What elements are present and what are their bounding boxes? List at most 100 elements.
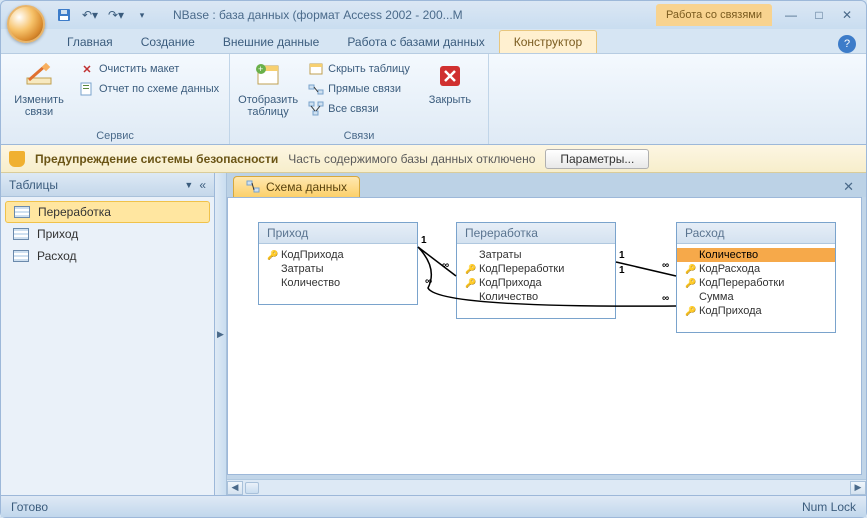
field-row[interactable]: Сумма (677, 290, 835, 304)
close-relations-button[interactable]: Закрыть (418, 56, 482, 110)
field-row[interactable]: Затраты (457, 248, 615, 262)
title-bar: ↶▾ ↷▾ ▾ NBase : база данных (формат Acce… (1, 1, 866, 29)
entity-rashod[interactable]: Расход Количество 🔑КодРасхода 🔑КодПерера… (676, 222, 836, 333)
save-icon[interactable] (53, 4, 75, 26)
security-warning-bar: Предупреждение системы безопасности Част… (1, 145, 866, 173)
svg-text:+: + (258, 64, 263, 74)
status-bar: Готово Num Lock (1, 495, 866, 517)
nav-pane-header[interactable]: Таблицы ▼ « (1, 173, 214, 197)
clear-layout-button[interactable]: ✕Очистить макет (75, 60, 223, 78)
field-row[interactable]: Количество (259, 276, 417, 290)
field-row[interactable]: 🔑КодРасхода (677, 262, 835, 276)
navigation-pane: Таблицы ▼ « Переработка Приход Расход (1, 173, 215, 495)
office-button[interactable] (7, 5, 45, 43)
tab-create[interactable]: Создание (127, 31, 209, 53)
security-options-button[interactable]: Параметры... (545, 149, 649, 169)
context-tab-group-label: Работа со связями (656, 4, 772, 26)
security-message: Часть содержимого базы данных отключено (288, 152, 535, 166)
close-document-button[interactable]: ✕ (837, 177, 860, 197)
direct-links-icon (308, 81, 324, 97)
cardinality-many: ∞ (442, 260, 449, 271)
table-icon (13, 228, 29, 240)
field-row[interactable]: 🔑КодПрихода (457, 276, 615, 290)
scroll-right-icon[interactable]: ▶ (850, 481, 866, 495)
clear-icon: ✕ (79, 61, 95, 77)
field-row[interactable]: 🔑КодПереработки (457, 262, 615, 276)
status-numlock: Num Lock (802, 500, 856, 514)
show-table-button[interactable]: + Отобразить таблицу (236, 56, 300, 122)
tab-database-tools[interactable]: Работа с базами данных (333, 31, 498, 53)
redo-icon[interactable]: ↷▾ (105, 4, 127, 26)
minimize-button[interactable]: — (782, 7, 800, 23)
tab-external-data[interactable]: Внешние данные (209, 31, 334, 53)
table-icon (14, 206, 30, 218)
field-row[interactable]: 🔑КодПрихода (259, 248, 417, 262)
key-icon: 🔑 (685, 306, 695, 317)
field-row[interactable]: Количество (677, 248, 835, 262)
nav-item-prihod[interactable]: Приход (1, 223, 214, 245)
ribbon-group-service: Изменить связи ✕Очистить макет Отчет по … (1, 54, 230, 144)
entity-title: Расход (677, 223, 835, 244)
shield-icon (9, 151, 25, 167)
key-icon: 🔑 (465, 278, 475, 289)
field-row[interactable]: Количество (457, 290, 615, 304)
quick-access-toolbar: ↶▾ ↷▾ ▾ (53, 4, 153, 26)
nav-list: Переработка Приход Расход (1, 197, 214, 271)
field-row[interactable]: 🔑КодПрихода (677, 304, 835, 318)
edit-relations-icon (23, 60, 55, 92)
field-row[interactable]: Затраты (259, 262, 417, 276)
entity-title: Переработка (457, 223, 615, 244)
dropdown-icon[interactable]: ▼ (184, 180, 193, 190)
main-area: Таблицы ▼ « Переработка Приход Расход ▶ … (1, 173, 866, 495)
maximize-button[interactable]: □ (810, 7, 828, 23)
undo-icon[interactable]: ↶▾ (79, 4, 101, 26)
window-title: NBase : база данных (формат Access 2002 … (173, 8, 656, 22)
tab-home[interactable]: Главная (53, 31, 127, 53)
key-icon: 🔑 (465, 264, 475, 275)
help-icon[interactable]: ? (838, 35, 856, 53)
nav-item-rashod[interactable]: Расход (1, 245, 214, 267)
nav-item-pererabotka[interactable]: Переработка (5, 201, 210, 223)
direct-links-button[interactable]: Прямые связи (304, 80, 414, 98)
relations-canvas[interactable]: Приход 🔑КодПрихода Затраты Количество Пе… (227, 197, 862, 475)
document-tab-schema[interactable]: Схема данных (233, 176, 360, 197)
cardinality-one: 1 (421, 235, 427, 246)
scroll-left-icon[interactable]: ◀ (227, 481, 243, 495)
workspace: Схема данных ✕ Приход 🔑КодПрихода Затрат… (227, 173, 866, 495)
ribbon-group-service-label: Сервис (7, 128, 223, 144)
entity-title: Приход (259, 223, 417, 244)
qat-customize-icon[interactable]: ▾ (131, 4, 153, 26)
schema-report-button[interactable]: Отчет по схеме данных (75, 80, 223, 98)
field-row[interactable]: 🔑КодПереработки (677, 276, 835, 290)
hide-table-button[interactable]: Скрыть таблицу (304, 60, 414, 78)
show-table-icon: + (252, 60, 284, 92)
ribbon-group-links-label: Связи (236, 128, 482, 144)
security-title: Предупреждение системы безопасности (35, 152, 278, 166)
cardinality-many: ∞ (662, 293, 669, 304)
scroll-thumb[interactable] (245, 482, 259, 494)
status-ready: Готово (11, 500, 48, 514)
ribbon-group-links: + Отобразить таблицу Скрыть таблицу Прям… (230, 54, 489, 144)
all-links-icon (308, 101, 324, 117)
close-label: Закрыть (429, 94, 471, 106)
hide-table-icon (308, 61, 324, 77)
key-icon: 🔑 (267, 250, 277, 261)
entity-prihod[interactable]: Приход 🔑КодПрихода Затраты Количество (258, 222, 418, 305)
edit-relations-button[interactable]: Изменить связи (7, 56, 71, 122)
horizontal-scrollbar[interactable]: ◀ ▶ (227, 479, 866, 495)
cardinality-one: 1 (619, 265, 625, 276)
all-links-button[interactable]: Все связи (304, 100, 414, 118)
cardinality-one: 1 (619, 250, 625, 261)
document-tabs: Схема данных ✕ (227, 173, 866, 197)
collapse-nav-icon[interactable]: « (199, 178, 206, 192)
tab-design[interactable]: Конструктор (499, 30, 597, 53)
shutter-bar[interactable]: ▶ (215, 173, 227, 495)
ribbon: Изменить связи ✕Очистить макет Отчет по … (1, 53, 866, 145)
close-button[interactable]: ✕ (838, 7, 856, 23)
ribbon-tabs: Главная Создание Внешние данные Работа с… (1, 29, 866, 53)
edit-relations-label: Изменить связи (9, 94, 69, 118)
key-icon: 🔑 (685, 278, 695, 289)
cardinality-many: ∞ (425, 276, 432, 287)
entity-pererabotka[interactable]: Переработка Затраты 🔑КодПереработки 🔑Код… (456, 222, 616, 319)
show-table-label: Отобразить таблицу (238, 94, 298, 118)
